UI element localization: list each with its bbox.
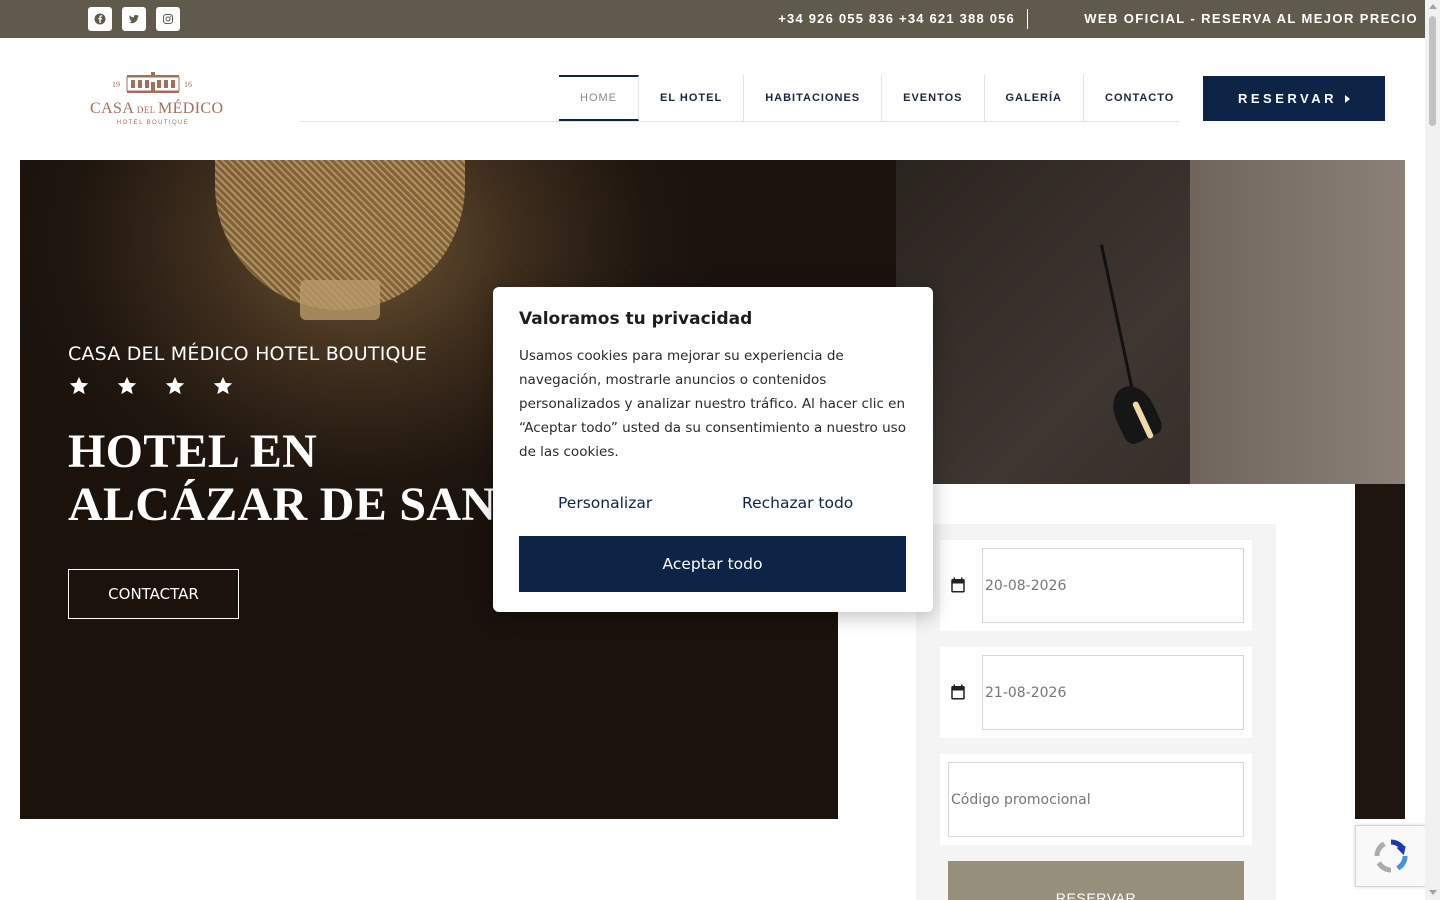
nav-item-habitaciones[interactable]: HABITACIONES — [744, 75, 883, 121]
nav-item-galeria[interactable]: GALERÍA — [985, 75, 1084, 121]
star-rating — [68, 375, 234, 397]
contactar-button[interactable]: CONTACTAR — [68, 569, 239, 619]
recaptcha-badge[interactable] — [1355, 825, 1425, 887]
cookie-title: Valoramos tu privacidad — [519, 309, 753, 329]
checkin-date-input[interactable]: 20-08-2026 — [982, 548, 1244, 623]
cookie-reject-button[interactable]: Rechazar todo — [742, 494, 853, 522]
calendar-icon[interactable] — [949, 683, 967, 701]
official-web-notice: WEB OFICIAL - RESERVA AL MEJOR PRECIO — [1084, 11, 1418, 26]
nav-item-home[interactable]: HOME — [559, 75, 639, 121]
main-nav: HOME EL HOTEL HABITACIONES EVENTOS GALER… — [559, 75, 1195, 121]
scroll-down-icon[interactable] — [1429, 890, 1437, 895]
twitter-link[interactable] — [122, 7, 146, 31]
promo-field: Código promocional — [940, 754, 1252, 845]
logo-year-left: 19 — [112, 80, 120, 89]
recaptcha-icon — [1374, 839, 1407, 873]
star-icon — [213, 376, 233, 395]
page-scrollbar[interactable] — [1425, 0, 1440, 900]
hotel-logo[interactable]: 19 16 CASA DEL MÉDICO HOTEL BOUTIQUE — [88, 68, 223, 130]
logo-subtitle: HOTEL BOUTIQUE — [116, 120, 190, 126]
booking-submit-button[interactable]: RESERVAR — [948, 861, 1244, 900]
facebook-link[interactable] — [88, 7, 112, 31]
hero-eyebrow: CASA DEL MÉDICO HOTEL BOUTIQUE — [68, 343, 427, 365]
logo-name-casa: CASA — [90, 100, 135, 117]
logo-name-medico: MÉDICO — [157, 100, 224, 117]
checkout-field: 21-08-2026 — [940, 647, 1252, 738]
reservar-label: RESERVAR — [1237, 91, 1338, 106]
logo-name-del: DEL — [134, 105, 158, 115]
phone-numbers[interactable]: +34 926 055 836 +34 621 388 056 — [778, 11, 1015, 26]
hero-title-line1: HOTEL EN — [68, 425, 318, 478]
nav-item-eventos[interactable]: EVENTOS — [882, 75, 985, 121]
logo-year-right: 16 — [184, 80, 192, 89]
checkin-field: 20-08-2026 — [940, 540, 1252, 631]
hero-title-line2: ALCÁZAR DE SAN J — [68, 478, 533, 531]
facebook-icon — [94, 13, 106, 25]
nav-underline — [300, 121, 1179, 122]
checkout-date-input[interactable]: 21-08-2026 — [982, 655, 1244, 730]
lamp-base-image — [300, 280, 380, 320]
top-bar: +34 926 055 836 +34 621 388 056 WEB OFIC… — [0, 0, 1425, 38]
nav-item-el-hotel[interactable]: EL HOTEL — [639, 75, 745, 121]
cookie-customize-button[interactable]: Personalizar — [558, 494, 652, 522]
building-icon — [126, 72, 180, 93]
cookie-text: Usamos cookies para mejorar su experienc… — [519, 348, 906, 460]
twitter-icon — [129, 14, 139, 24]
instagram-icon — [163, 14, 173, 24]
caret-right-icon — [1345, 94, 1351, 103]
topbar-divider — [1027, 9, 1028, 29]
hero-title: HOTEL EN ALCÁZAR DE SAN J — [68, 425, 533, 531]
nav-item-contacto[interactable]: CONTACTO — [1084, 75, 1195, 121]
scroll-thumb[interactable] — [1429, 16, 1436, 126]
logo-name: CASA DEL MÉDICO — [90, 100, 223, 118]
cookie-accept-button[interactable]: Aceptar todo — [519, 536, 906, 592]
reservar-button[interactable]: RESERVAR — [1203, 76, 1385, 121]
page: +34 926 055 836 +34 621 388 056 WEB OFIC… — [0, 0, 1440, 900]
hero-wall-image — [1190, 160, 1405, 484]
scroll-up-icon[interactable] — [1429, 4, 1437, 9]
star-icon — [165, 376, 185, 395]
cookie-consent-dialog: Valoramos tu privacidad Usamos cookies p… — [493, 287, 933, 612]
promo-code-input[interactable]: Código promocional — [948, 762, 1244, 837]
calendar-icon[interactable] — [949, 576, 967, 594]
star-icon — [117, 376, 137, 395]
instagram-link[interactable] — [156, 7, 180, 31]
star-icon — [69, 376, 89, 395]
